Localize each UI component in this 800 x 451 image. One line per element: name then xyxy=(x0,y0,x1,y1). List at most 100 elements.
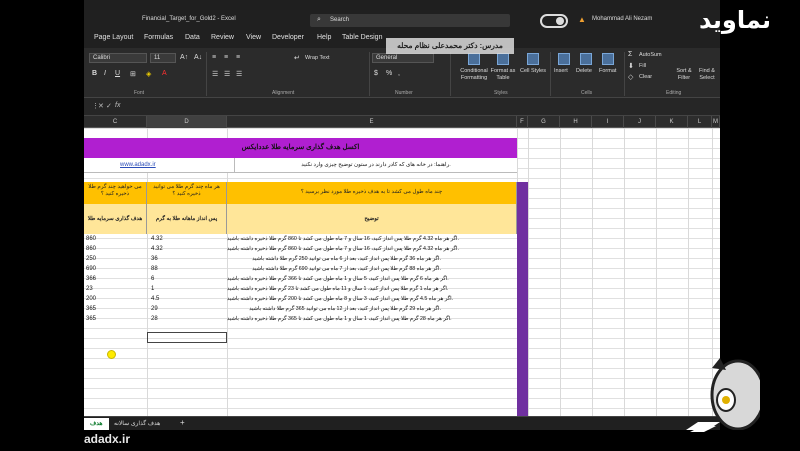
align-center-icon[interactable]: ☰ xyxy=(224,70,230,78)
add-sheet-button[interactable]: + xyxy=(180,418,185,427)
wrap-text-icon: ↵ xyxy=(294,55,300,62)
increase-font-icon[interactable]: A↑ xyxy=(180,54,188,61)
cell-description[interactable]: اگر هر ماه 4.32 گرم طلا پس انداز کنید، 1… xyxy=(227,234,517,244)
italic-icon[interactable]: I xyxy=(104,70,106,77)
borders-icon[interactable]: ⊞ xyxy=(130,70,136,78)
cell-monthly[interactable]: 29 xyxy=(149,304,227,314)
cell-description[interactable]: اگر هر ماه 28 گرم طلا پس انداز کنید، 1 س… xyxy=(227,314,517,324)
tab-page-layout[interactable]: Page Layout xyxy=(94,34,133,41)
cell-monthly[interactable]: 36 xyxy=(149,254,227,264)
align-middle-icon[interactable]: ≡ xyxy=(224,54,228,61)
col-header-l[interactable]: L xyxy=(688,116,712,128)
brand-swoosh-icon xyxy=(686,422,720,432)
format-as-table-button[interactable]: Format as Table xyxy=(489,68,517,82)
clear-button[interactable]: Clear xyxy=(639,74,652,81)
cell-target[interactable]: 365 xyxy=(84,304,147,314)
cell-target[interactable]: 366 xyxy=(84,274,147,284)
col-header-k[interactable]: K xyxy=(656,116,688,128)
grid-line xyxy=(560,128,561,416)
col-header-f[interactable]: F xyxy=(517,116,528,128)
find-select-button[interactable]: Find & Select xyxy=(697,68,717,82)
font-size-select[interactable]: 11 xyxy=(150,53,176,63)
warning-icon[interactable]: ▲ xyxy=(578,15,586,24)
currency-icon[interactable]: $ xyxy=(374,70,378,77)
tab-sheet-goal[interactable]: هدف xyxy=(84,418,109,430)
toggle-switch xyxy=(540,14,568,28)
cell-monthly[interactable]: 6 xyxy=(149,274,227,284)
align-left-icon[interactable]: ☰ xyxy=(212,70,218,78)
font-name-select[interactable]: Calibri xyxy=(89,53,147,63)
underline-icon[interactable]: U xyxy=(115,70,120,77)
autosum-button[interactable]: AutoSum xyxy=(639,52,662,59)
cell-target[interactable]: 365 xyxy=(84,314,147,324)
col-header-h[interactable]: H xyxy=(560,116,592,128)
comma-icon[interactable]: , xyxy=(398,70,400,77)
cell-description[interactable]: اگر هر ماه 29 گرم طلا پس انداز کنید، بعد… xyxy=(227,304,517,314)
tab-review[interactable]: Review xyxy=(211,34,234,41)
cell-monthly[interactable]: 4.5 xyxy=(149,294,227,304)
fx-icon[interactable]: fx xyxy=(115,102,120,109)
decrease-font-icon[interactable]: A↓ xyxy=(194,54,202,61)
cell-target[interactable]: 250 xyxy=(84,254,147,264)
search-box[interactable]: ⌕ Search xyxy=(310,14,510,27)
cell-description[interactable]: اگر هر ماه 4.32 گرم طلا پس انداز کنید، 1… xyxy=(227,244,517,254)
cell-target[interactable]: 200 xyxy=(84,294,147,304)
fill-color-icon[interactable]: ◈ xyxy=(146,70,151,78)
cell-target[interactable]: 690 xyxy=(84,264,147,274)
cell-description[interactable]: اگر هر ماه 36 گرم طلا پس انداز کنید، بعد… xyxy=(227,254,517,264)
wrap-text-button[interactable]: Wrap Text xyxy=(305,55,330,62)
fill-button[interactable]: Fill xyxy=(639,63,646,70)
cell-target[interactable]: 860 xyxy=(84,234,147,244)
cell-monthly[interactable]: 4.32 xyxy=(149,234,227,244)
cell-description[interactable]: اگر هر ماه 6 گرم طلا پس انداز کنید، 5 سا… xyxy=(227,274,517,284)
separator xyxy=(624,52,625,96)
website-link[interactable]: www.adadx.ir xyxy=(120,162,156,168)
insert-button[interactable]: Insert xyxy=(554,68,568,75)
font-color-icon[interactable]: A xyxy=(162,70,167,77)
percent-icon[interactable]: % xyxy=(386,70,392,77)
cell-monthly[interactable]: 28 xyxy=(149,314,227,324)
selected-cell[interactable] xyxy=(147,332,227,343)
tab-developer[interactable]: Developer xyxy=(272,34,304,41)
insert-cells-icon xyxy=(558,53,570,65)
cancel-icon[interactable]: ✕ xyxy=(98,102,104,110)
tab-sheet-annual-goal[interactable]: هدف گذاری سالانه xyxy=(108,418,166,430)
cell-monthly[interactable]: 88 xyxy=(149,264,227,274)
align-top-icon[interactable]: ≡ xyxy=(212,54,216,61)
cell-target[interactable]: 860 xyxy=(84,244,147,254)
col-header-j[interactable]: J xyxy=(624,116,656,128)
tab-data[interactable]: Data xyxy=(185,34,200,41)
tab-table-design[interactable]: Table Design xyxy=(342,34,382,41)
cell-description[interactable]: اگر هر ماه 88 گرم طلا پس انداز کنید، بعد… xyxy=(227,264,517,274)
worksheet-grid[interactable]: اکسل هدف گذاری سرمایه طلا عددایکس www.ad… xyxy=(84,128,720,416)
group-cells: Cells xyxy=(581,90,593,96)
cell-description[interactable]: اگر هر ماه 1 گرم طلا پس انداز کنید، 1 سا… xyxy=(227,284,517,294)
col-header-i[interactable]: I xyxy=(592,116,624,128)
delete-button[interactable]: Delete xyxy=(576,68,592,75)
group-editing: Editing xyxy=(666,90,682,96)
col-header-d[interactable]: D xyxy=(147,116,227,128)
group-styles: Styles xyxy=(494,90,508,96)
format-button[interactable]: Format xyxy=(599,68,616,75)
user-name[interactable]: Mohammad Ali Nezam xyxy=(592,16,652,22)
col-header-m[interactable]: M xyxy=(712,116,720,128)
cell-target[interactable]: 23 xyxy=(84,284,147,294)
cell-description[interactable]: اگر هر ماه 4.5 گرم طلا پس انداز کنید، 3 … xyxy=(227,294,517,304)
col-header-e[interactable]: E xyxy=(227,116,517,128)
tab-view[interactable]: View xyxy=(246,34,261,41)
align-right-icon[interactable]: ☰ xyxy=(236,70,242,78)
tab-formulas[interactable]: Formulas xyxy=(144,34,173,41)
tab-help[interactable]: Help xyxy=(317,34,331,41)
align-bottom-icon[interactable]: ≡ xyxy=(236,54,240,61)
column-headers: C D E F G H I J K L M xyxy=(84,116,720,128)
guide-note: راهنما: در خانه های که کادر دارند در ستو… xyxy=(234,158,517,173)
col-header-g[interactable]: G xyxy=(528,116,560,128)
cell-monthly[interactable]: 4.32 xyxy=(149,244,227,254)
confirm-icon[interactable]: ✓ xyxy=(106,102,112,110)
sort-filter-button[interactable]: Sort & Filter xyxy=(674,68,694,82)
cell-styles-button[interactable]: Cell Styles xyxy=(520,68,546,75)
col-header-c[interactable]: C xyxy=(84,116,147,128)
cell-monthly[interactable]: 1 xyxy=(149,284,227,294)
bold-icon[interactable]: B xyxy=(92,70,97,77)
number-format-select[interactable]: General xyxy=(372,53,434,63)
